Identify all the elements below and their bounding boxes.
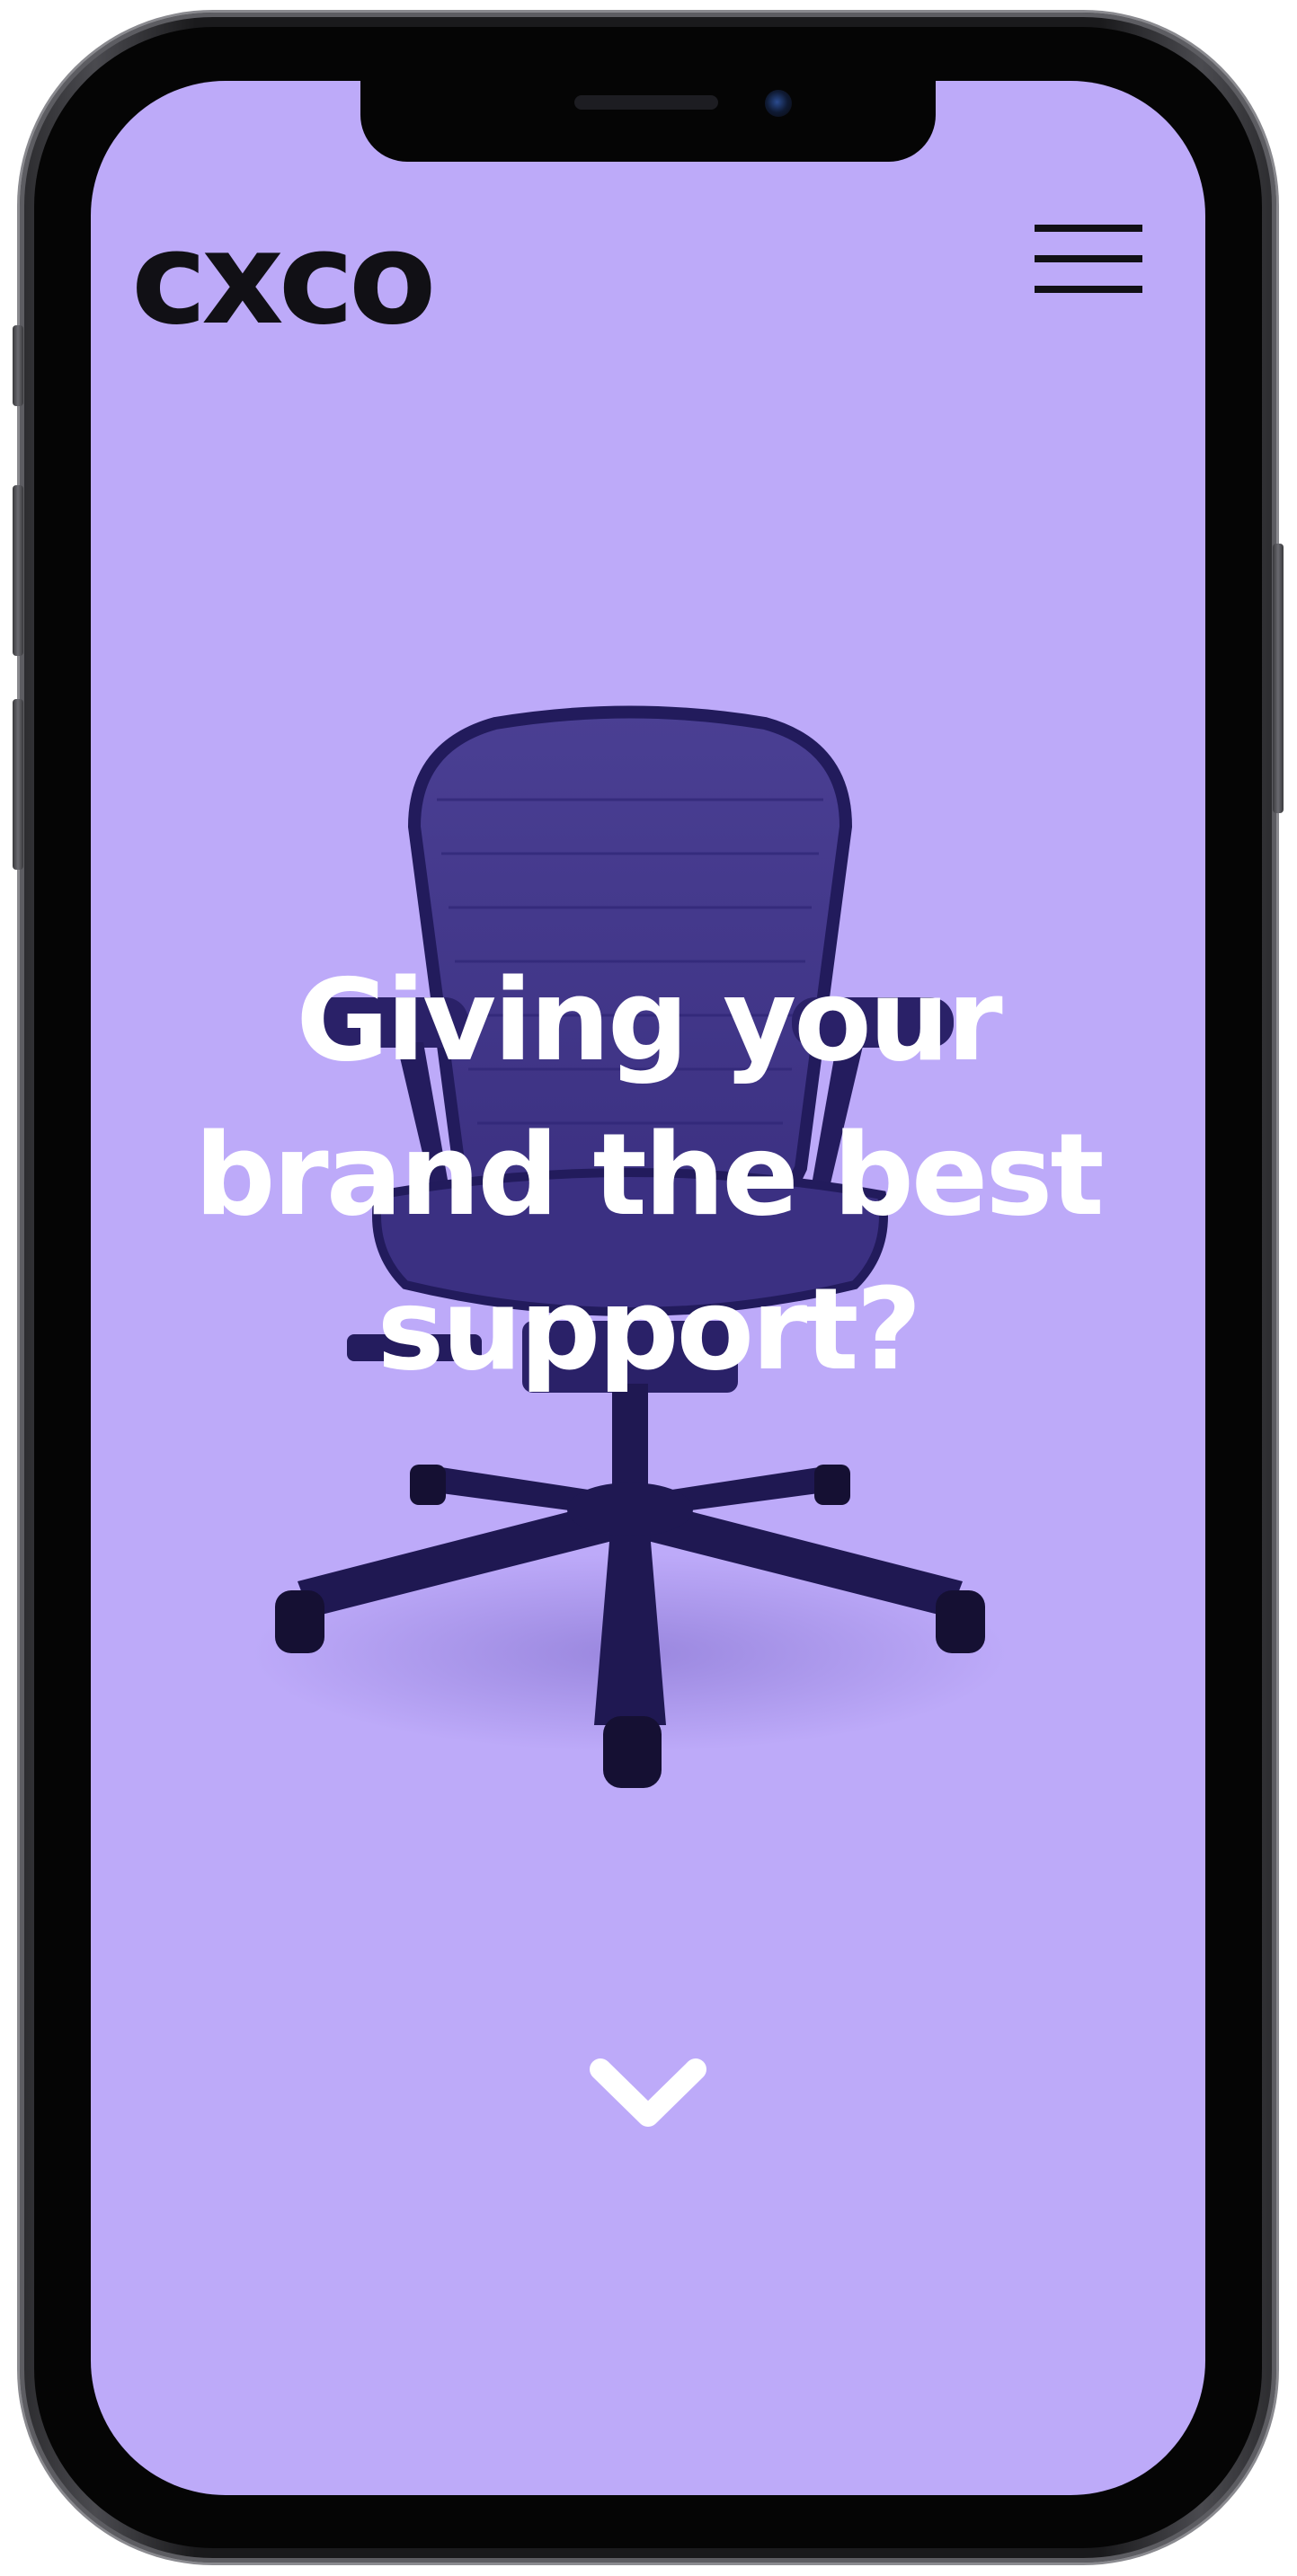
hamburger-menu-icon[interactable] xyxy=(1035,221,1142,297)
app-screen: cxco Giving your brand the best support? xyxy=(91,81,1205,2495)
volume-down-button xyxy=(13,699,23,870)
phone-notch xyxy=(360,81,936,162)
headline-line: brand the best xyxy=(194,1109,1104,1241)
brand-logo[interactable]: cxco xyxy=(131,216,436,343)
menu-bar xyxy=(1035,225,1142,232)
earpiece-speaker xyxy=(574,95,718,110)
menu-bar xyxy=(1035,286,1142,293)
chevron-down-icon[interactable] xyxy=(590,2053,706,2134)
headline-line: support? xyxy=(377,1263,921,1395)
hero-headline: Giving your brand the best support? xyxy=(91,943,1205,1407)
volume-up-button xyxy=(13,485,23,656)
mute-switch xyxy=(13,325,23,406)
power-button xyxy=(1273,544,1284,813)
headline-line: Giving your xyxy=(296,954,1002,1086)
menu-bar xyxy=(1035,255,1142,262)
front-camera xyxy=(765,90,792,117)
